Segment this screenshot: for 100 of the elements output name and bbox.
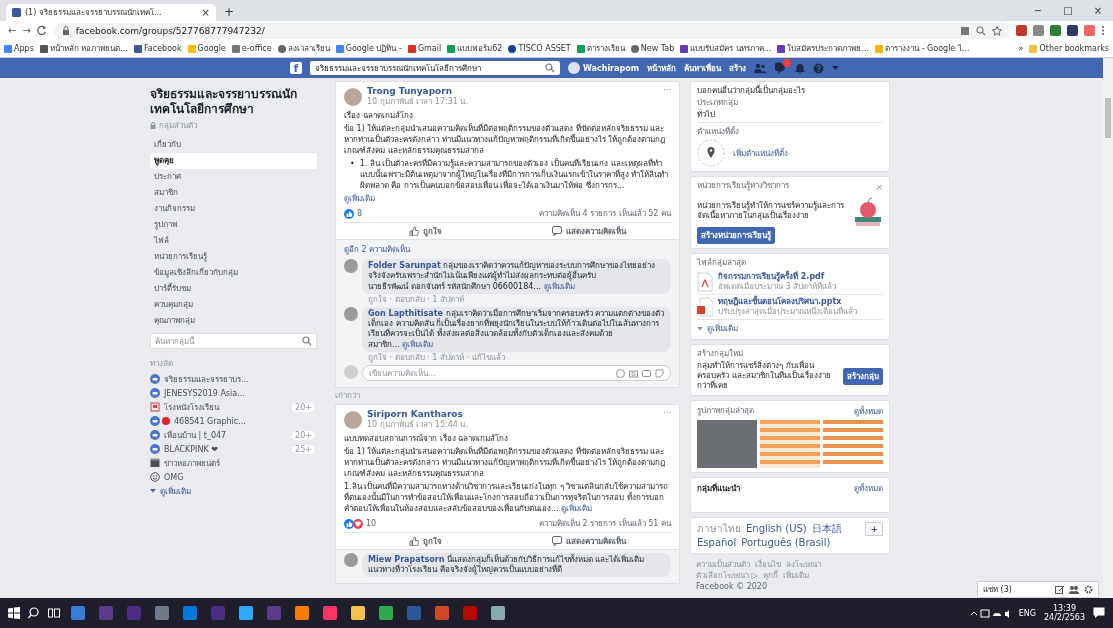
help-icon[interactable] — [813, 62, 825, 74]
group-title[interactable]: จริยธรรมและจรรยาบรรณนักเทคโนโลยีการศึกษา — [150, 87, 325, 117]
avatar[interactable] — [344, 259, 358, 273]
see-more-link[interactable]: ดูเพิ่มเติม — [707, 322, 738, 335]
settings-icon[interactable] — [1084, 585, 1093, 594]
bookmark[interactable]: Apps — [4, 44, 34, 53]
author-name[interactable]: Siriporn Kantharos — [367, 409, 659, 420]
view-more-comments-link[interactable]: ดูอีก 2 ความคิดเห็น — [344, 243, 671, 256]
language-link[interactable]: English (US) — [746, 522, 807, 535]
avatar[interactable] — [344, 87, 362, 106]
file-link[interactable]: กิจกรรมการเรียนรู้ครั้งที่ 2.pdf — [718, 272, 837, 282]
shortcut-link[interactable]: โรงหนังโรงเรียน — [164, 400, 219, 414]
reaction-count[interactable]: 10 — [366, 519, 377, 528]
photo-placeholder[interactable] — [760, 420, 820, 468]
search-icon[interactable] — [28, 607, 40, 619]
smiley-icon[interactable] — [616, 368, 625, 378]
sticker-icon[interactable] — [655, 368, 664, 378]
sidebar-item[interactable]: ประกาศ — [150, 169, 317, 185]
see-more-link[interactable]: ดูเพิ่มเติม — [344, 193, 671, 204]
create-learning-unit-button[interactable]: สร้างหน่วยการเรียนรู้ — [697, 227, 775, 244]
profile-link[interactable]: Wachirapom — [568, 62, 640, 74]
address-field[interactable]: facebook.com/groups/527768777947232/ — [75, 25, 265, 36]
gif-icon[interactable] — [642, 368, 651, 378]
bookmark[interactable]: New Tab — [630, 44, 675, 53]
shortcut-link[interactable]: BLACKPINK ❤ — [164, 444, 218, 454]
app-icon[interactable] — [322, 605, 338, 621]
bell-icon[interactable] — [795, 62, 806, 74]
people-icon[interactable] — [1069, 585, 1079, 594]
bookmark[interactable]: ตารางเรียน — [576, 42, 625, 55]
notifications-icon[interactable] — [1093, 607, 1105, 619]
other-bookmarks-folder[interactable]: Other bookmarks — [1029, 44, 1109, 53]
search-field[interactable]: จริยธรรมและจรรยาบรรณนักเทคโนโลยีการศึกษา — [310, 61, 560, 75]
window-control-button[interactable]: □ — [1053, 5, 1083, 16]
like-button[interactable]: ถูกใจ — [344, 534, 508, 548]
sidebar-item[interactable]: รูปภาพ — [150, 217, 317, 233]
file-link[interactable]: ทฤษฎีและขั้นตอนโคลงปริศนา.pptx — [718, 297, 857, 307]
close-tab-button[interactable]: × — [201, 7, 210, 18]
bookmark[interactable]: หน้าหลัก หอภาพยนต... — [39, 42, 128, 55]
avatar[interactable] — [344, 410, 362, 429]
bookmark[interactable]: e-office — [231, 44, 272, 53]
zoom-icon[interactable] — [976, 25, 986, 36]
bookmark[interactable]: Gmail — [407, 44, 442, 53]
bookmark[interactable]: TISCO ASSET — [508, 44, 571, 53]
create-group-button[interactable]: สร้างกลุ่ม — [843, 367, 883, 385]
messenger-icon[interactable] — [775, 62, 788, 74]
bookmark[interactable]: แบบรับสมัคร นทรภาค... — [680, 42, 772, 55]
add-language-button[interactable]: + — [865, 522, 883, 536]
avatar[interactable] — [344, 307, 358, 321]
comment-button[interactable]: แสดงความคิดเห็น — [507, 224, 671, 238]
scrollbar-thumb[interactable] — [1105, 98, 1111, 138]
star-icon[interactable] — [992, 25, 1002, 36]
caret-icon[interactable] — [832, 66, 840, 70]
nav-link[interactable]: หน้าหลัก — [647, 61, 677, 75]
sidebar-item[interactable]: ปาร์ตี้รับชม — [150, 281, 317, 297]
shortcut-link[interactable]: 468541 Graphic... — [174, 416, 246, 426]
see-more-link[interactable]: ดูเพิ่มเติม — [402, 340, 434, 349]
nav-link[interactable]: สร้าง — [729, 61, 747, 75]
extension-icon[interactable] — [1050, 25, 1061, 36]
bookmark[interactable]: ลงเวลาเรียน — [277, 42, 330, 55]
task-view-icon[interactable] — [48, 607, 60, 619]
sidebar-item[interactable]: เกี่ยวกับ — [150, 137, 317, 153]
sidebar-item[interactable]: ควบคุมกลุ่ม — [150, 297, 317, 313]
clock[interactable]: 13:39 24/2/2563 — [1043, 604, 1085, 622]
shortcut-link[interactable]: จริยธรรมและจรรยาบร... — [164, 372, 249, 386]
facebook-logo[interactable]: f — [290, 62, 302, 74]
add-location-link[interactable]: เพิ่มตำแหน่งที่ตั้ง — [733, 146, 788, 160]
compose-icon[interactable] — [1055, 585, 1064, 594]
nav-link[interactable]: ค้นหาเพื่อน — [684, 61, 722, 75]
sidebar-item[interactable]: ไฟล์ — [150, 233, 317, 249]
shortcut-link[interactable]: JENESYS2019 Asia... — [164, 388, 245, 398]
app-icon[interactable] — [350, 605, 366, 621]
sidebar-item[interactable]: หน่วยการเรียนรู้ — [150, 249, 317, 265]
language-indicator[interactable]: ENG — [1018, 608, 1036, 618]
shortcut-link[interactable]: OMG — [164, 472, 184, 482]
sidebar-item[interactable]: งานกิจกรรม — [150, 201, 317, 217]
more-bookmarks-button[interactable]: » — [1018, 44, 1024, 53]
translate-icon[interactable] — [960, 25, 970, 36]
bookmark[interactable]: Google ปฏิทิน - — [335, 42, 402, 55]
language-link[interactable]: Español — [697, 536, 737, 549]
friends-icon[interactable] — [754, 63, 768, 73]
sidebar-item[interactable]: สมาชิก — [150, 185, 317, 201]
reaction-count[interactable]: 8 — [357, 209, 363, 218]
language-link[interactable]: Português (Brasil) — [741, 536, 831, 549]
shortcut-link[interactable]: ข่าวหอภาพยนตร์ — [164, 456, 220, 470]
comment-button[interactable]: แสดงความคิดเห็น — [507, 534, 671, 548]
bookmark[interactable]: ใบสมัครประกวดภาพย... — [777, 42, 870, 55]
camera-icon[interactable] — [629, 368, 638, 378]
bookmark[interactable]: แบบฟอร์ม62 — [447, 42, 503, 55]
nav-button[interactable]: → — [22, 25, 31, 36]
menu-icon[interactable] — [1101, 25, 1105, 36]
app-icon[interactable] — [294, 605, 310, 621]
tray-icons[interactable] — [970, 607, 1011, 619]
see-more-link[interactable]: ดูเพิ่มเติม — [543, 282, 575, 291]
chat-bar[interactable]: แชท (3) — [977, 581, 1099, 598]
extension-icon[interactable] — [1067, 25, 1078, 36]
like-button[interactable]: ถูกใจ — [344, 224, 508, 238]
app-icon[interactable] — [490, 605, 506, 621]
see-all-link[interactable]: ดูทั้งหมด — [854, 405, 883, 418]
sidebar-item[interactable]: คุณภาพกลุ่ม — [150, 313, 317, 329]
author-name[interactable]: Trong Tunyaporn — [367, 86, 659, 97]
